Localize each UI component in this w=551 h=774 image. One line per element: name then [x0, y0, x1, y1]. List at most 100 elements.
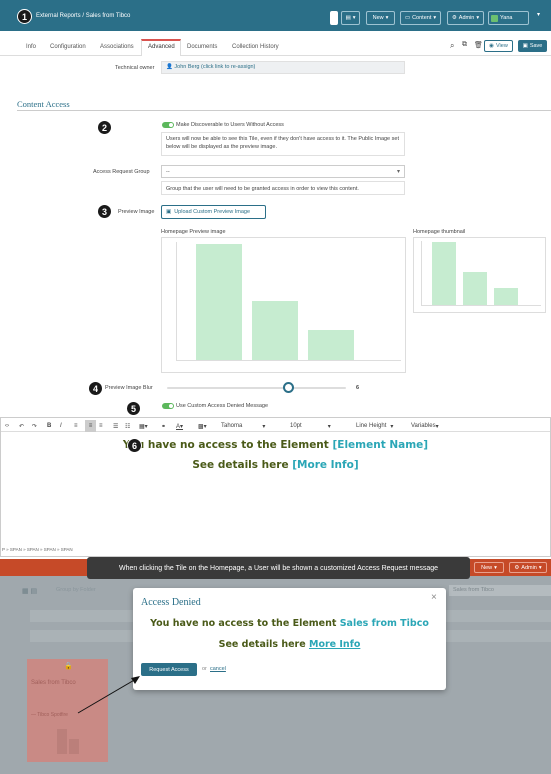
cancel-link[interactable]: cancel [210, 666, 226, 672]
gear-icon: ⚙ [451, 15, 457, 21]
homepage-tile[interactable]: 🔒 Sales from Tibco — Tibco Spotfire [27, 659, 108, 762]
tab-bar: Info Configuration Associations Advanced… [0, 31, 551, 56]
preview-bar-1 [196, 244, 242, 360]
bold-icon[interactable]: B [47, 420, 51, 432]
numbered-list-icon[interactable]: ☷ [125, 420, 130, 432]
align-left-icon[interactable]: ≡ [74, 420, 78, 432]
modal-title: Access Denied [141, 597, 201, 608]
or-text: or [202, 666, 207, 672]
user-icon: 👤 [166, 64, 173, 70]
thumb-bar-3 [494, 288, 518, 305]
user-chevron-down-icon[interactable]: ▾ [537, 11, 540, 18]
step-badge-2: 2 [97, 120, 112, 135]
admin-dropdown[interactable]: ⚙ Admin ▾ [447, 11, 484, 25]
editor-path: P » SPAN » SPAN » SPAN » SPAN [2, 547, 73, 552]
table-icon[interactable]: ▦▾ [139, 420, 148, 432]
undo-icon[interactable]: ↶ [19, 420, 24, 432]
tab-documents[interactable]: Documents [187, 44, 217, 50]
blur-slider-handle[interactable] [283, 382, 294, 393]
breadcrumb[interactable]: External Reports / Sales from Tibco [36, 13, 130, 19]
lower-admin-dropdown[interactable]: ⚙ Admin ▾ [509, 562, 547, 573]
thumb-bar-2 [463, 272, 487, 305]
homepage-thumbnail-label: Homepage thumbnail [413, 229, 466, 235]
copy-icon[interactable]: ⧉ [462, 41, 467, 49]
tab-info[interactable]: Info [26, 44, 36, 50]
editor-line-2[interactable]: See details here [More Info] [1, 459, 550, 471]
preview-image-label: Preview Image [118, 209, 155, 215]
homepage-thumbnail-image [413, 237, 546, 313]
trash-icon[interactable]: 🗑 [474, 41, 483, 49]
preview-bar-3 [308, 330, 354, 360]
tab-configuration[interactable]: Configuration [50, 44, 86, 50]
bullet-list-icon[interactable]: ☰ [113, 420, 118, 432]
line-height-select[interactable]: Line Height ▾ [356, 420, 393, 432]
font-size-select[interactable]: 10pt ▾ [290, 420, 331, 432]
favorites-dropdown[interactable]: ▤ ▾ [341, 11, 360, 25]
step-badge-5: 5 [126, 401, 141, 416]
preview-bar-2 [252, 301, 298, 360]
content-dropdown[interactable]: ▭ Content ▾ [400, 11, 441, 25]
access-request-group-label: Access Request Group [93, 169, 150, 175]
step-badge-1: 1 [17, 9, 32, 24]
text-color-icon[interactable]: A▾ [176, 420, 183, 432]
save-button[interactable]: ▣ Save [518, 40, 547, 52]
background-color-icon[interactable]: ▩▾ [198, 420, 207, 432]
homepage-preview-image [161, 237, 406, 373]
access-request-group-select[interactable]: -- ▾ [161, 165, 405, 178]
discoverable-label: Make Discoverable to Users Without Acces… [176, 122, 284, 128]
access-request-group-help: Group that the user will need to be gran… [161, 181, 405, 195]
tab-associations[interactable]: Associations [100, 44, 134, 50]
align-right-icon[interactable]: ≡ [99, 420, 103, 432]
editor-line-1[interactable]: You have no access to the Element [Eleme… [1, 439, 550, 451]
modal-line-1: You have no access to the Element Sales … [150, 618, 429, 629]
more-info-variable: [More Info] [292, 459, 359, 471]
owner-link[interactable]: 👤 John Berg (click link to re-assign) [166, 63, 255, 71]
step-badge-3: 3 [97, 204, 112, 219]
lower-search-input[interactable]: Sales from Tibco [449, 585, 551, 596]
grid-view-icon[interactable]: ▦ ▤ [22, 587, 37, 595]
tooltip: When clicking the Tile on the Homepage, … [87, 557, 470, 579]
user-menu[interactable]: Yana [488, 11, 529, 25]
upload-preview-button[interactable]: ▣ Upload Custom Preview Image [161, 205, 266, 219]
variables-select[interactable]: Variables ▾ [411, 420, 439, 432]
custom-message-toggle[interactable] [162, 403, 174, 409]
save-icon: ▣ [522, 43, 528, 49]
section-title: Content Access [17, 99, 70, 109]
link-icon[interactable]: ⚭ [161, 420, 166, 432]
tab-advanced[interactable]: Advanced [148, 44, 175, 50]
request-access-button[interactable]: Request Access [141, 663, 197, 676]
technical-owner-label: Technical owner [115, 65, 155, 71]
source-code-icon[interactable]: ‹› [5, 420, 9, 432]
discoverable-toggle[interactable] [162, 122, 174, 128]
italic-icon[interactable]: I [60, 420, 62, 432]
step-badge-6: 6 [127, 438, 142, 453]
user-avatar-icon [491, 14, 498, 22]
rich-text-editor: ‹› ↶ ↷ B I ≡ ≡ ≡ ☰ ☷ ▦▾ ⚭ A▾ ▩▾ Tahoma ▾ … [0, 417, 551, 557]
chevron-down-icon: ▾ [352, 15, 356, 21]
blur-slider-track[interactable] [167, 387, 346, 389]
group-by-folder[interactable]: Group by Folder [56, 587, 96, 593]
close-icon[interactable]: × [431, 592, 437, 603]
new-dropdown[interactable]: New ▾ [366, 11, 395, 25]
thumb-bar-1 [432, 242, 456, 305]
align-center-icon[interactable]: ≡ [85, 420, 96, 432]
view-button[interactable]: ◉ View [484, 40, 513, 52]
redo-icon[interactable]: ↷ [32, 420, 37, 432]
gear-icon: ⚙ [514, 564, 520, 571]
lock-icon: 🔒 [64, 663, 73, 670]
blur-label: Preview Image Blur [105, 385, 153, 391]
access-denied-modal: Access Denied × You have no access to th… [133, 588, 446, 690]
blur-value: 6 [356, 385, 360, 391]
discoverable-help: Users will now be able to see this Tile,… [161, 132, 405, 156]
document-icon: ▤ [345, 15, 351, 21]
folder-icon: ▭ [404, 15, 411, 21]
notification-icon[interactable] [330, 11, 338, 25]
eye-icon: ◉ [489, 43, 494, 49]
search-icon[interactable]: ⌕ [450, 41, 454, 51]
lower-new-dropdown[interactable]: New ▾ [474, 562, 504, 573]
tile-subtitle: — Tibco Spotfire [31, 712, 68, 718]
tab-collection-history[interactable]: Collection History [232, 44, 279, 50]
modal-line-2: See details here More Info [218, 639, 361, 650]
font-family-select[interactable]: Tahoma ▾ [221, 420, 265, 432]
more-info-link[interactable]: More Info [309, 639, 360, 650]
